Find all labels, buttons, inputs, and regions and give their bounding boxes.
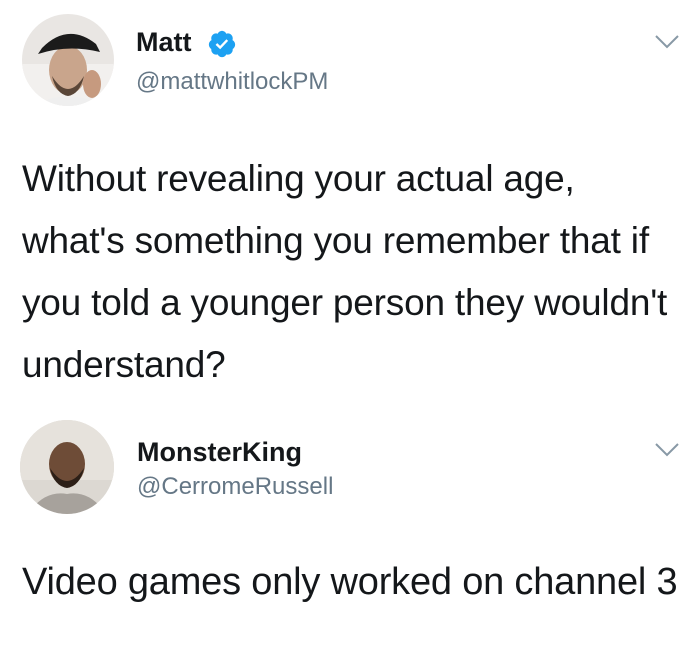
tweet-text: Without revealing your actual age, what'… <box>22 158 668 385</box>
avatar[interactable] <box>20 420 114 514</box>
tweet-2: MonsterKing @CerromeRussell Video games … <box>0 400 700 671</box>
tweet-text: Video games only worked on channel 3 <box>22 561 678 603</box>
tweet-1: Matt @mattwhitlockPM Without revealing y… <box>0 0 700 400</box>
chevron-down-icon[interactable] <box>654 34 680 50</box>
author-handle[interactable]: @CerromeRussell <box>137 472 333 502</box>
author-name[interactable]: Matt <box>136 26 192 58</box>
chevron-down-icon[interactable] <box>654 442 680 458</box>
author-name[interactable]: MonsterKing <box>137 436 302 468</box>
verified-badge-icon <box>208 30 236 58</box>
avatar[interactable] <box>22 14 114 106</box>
author-handle[interactable]: @mattwhitlockPM <box>136 67 328 97</box>
